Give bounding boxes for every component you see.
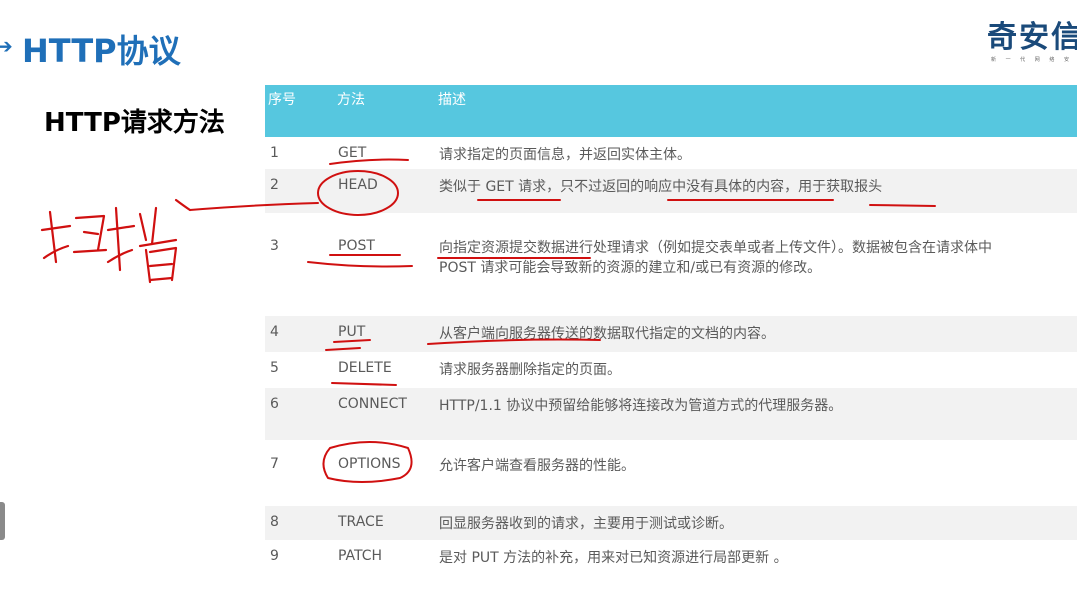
row-description: 允许客户端查看服务器的性能。 [439, 458, 635, 474]
logo-tagline: 新 一 代 网 络 安 [991, 57, 1073, 63]
row-method: HEAD [338, 177, 378, 193]
section-subtitle: HTTP请求方法 [44, 108, 225, 138]
row-number: 1 [270, 145, 279, 161]
row-description: 向指定资源提交数据进行处理请求（例如提交表单或者上传文件）。数据被包含在请求体中… [439, 238, 992, 278]
table-row: 8 TRACE 回显服务器收到的请求，主要用于测试或诊断。 [265, 506, 1077, 540]
logo-text: 奇安信 [987, 20, 1077, 55]
row-method: GET [338, 145, 367, 161]
side-panel-handle[interactable] [0, 502, 5, 540]
row-method: CONNECT [338, 396, 407, 412]
row-number: 7 [270, 456, 279, 472]
header-number: 序号 [268, 92, 296, 108]
row-description: 类似于 GET 请求，只不过返回的响应中没有具体的内容，用于获取报头 [439, 179, 883, 195]
row-description: 请求服务器删除指定的页面。 [439, 362, 621, 378]
row-number: 2 [270, 177, 279, 193]
row-method: PATCH [338, 548, 383, 564]
row-method: PUT [338, 324, 366, 340]
row-method: DELETE [338, 360, 392, 376]
table-row: 9 PATCH 是对 PUT 方法的补充，用来对已知资源进行局部更新 。 [265, 540, 1077, 576]
row-number: 8 [270, 514, 279, 530]
row-number: 3 [270, 238, 279, 254]
row-description: 回显服务器收到的请求，主要用于测试或诊断。 [439, 516, 733, 532]
row-description: 请求指定的页面信息，并返回实体主体。 [439, 147, 691, 163]
handwritten-note-strokes [40, 198, 192, 284]
row-description: HTTP/1.1 协议中预留给能够将连接改为管道方式的代理服务器。 [439, 398, 843, 414]
table-row: 4 PUT 从客户端向服务器传送的数据取代指定的文档的内容。 [265, 316, 1077, 352]
table-row: 5 DELETE 请求服务器删除指定的页面。 [265, 352, 1077, 388]
table-header: 序号 方法 描述 [265, 85, 1077, 137]
row-number: 9 [270, 548, 279, 564]
table-row: 3 POST 向指定资源提交数据进行处理请求（例如提交表单或者上传文件）。数据被… [265, 230, 1077, 314]
table-row: 2 HEAD 类似于 GET 请求，只不过返回的响应中没有具体的内容，用于获取报… [265, 169, 1077, 213]
row-description: 从客户端向服务器传送的数据取代指定的文档的内容。 [439, 326, 775, 342]
company-logo: 奇安信 新 一 代 网 络 安 [987, 20, 1077, 63]
row-number: 4 [270, 324, 279, 340]
row-description-line: 向指定资源提交数据进行处理请求（例如提交表单或者上传文件）。数据被包含在请求体中 [439, 240, 992, 256]
row-description: 是对 PUT 方法的补充，用来对已知资源进行局部更新 。 [439, 550, 788, 566]
table-row: 1 GET 请求指定的页面信息，并返回实体主体。 [265, 137, 1077, 169]
slide-title: HTTP协议 [22, 32, 181, 70]
row-method: POST [338, 238, 375, 254]
row-number: 6 [270, 396, 279, 412]
row-description-line: POST 请求可能会导致新的资源的建立和/或已有资源的修改。 [439, 260, 822, 276]
row-method: TRACE [338, 514, 384, 530]
row-number: 5 [270, 360, 279, 376]
row-method: OPTIONS [338, 456, 401, 472]
title-bullet-icon: ➔ [0, 34, 13, 58]
header-method: 方法 [337, 92, 365, 108]
http-methods-table: 序号 方法 描述 1 GET 请求指定的页面信息，并返回实体主体。 2 HEAD… [265, 85, 1077, 566]
table-row: 6 CONNECT HTTP/1.1 协议中预留给能够将连接改为管道方式的代理服… [265, 388, 1077, 440]
table-row: 7 OPTIONS 允许客户端查看服务器的性能。 [265, 448, 1077, 500]
header-description: 描述 [438, 92, 466, 108]
